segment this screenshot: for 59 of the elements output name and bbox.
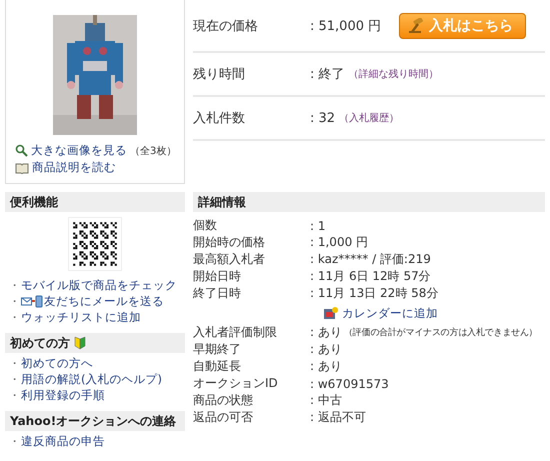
detail-value: : あり	[310, 324, 342, 341]
side-link[interactable]: モバイル版で商品をチェック	[21, 278, 177, 292]
detail-value: : w67091573	[310, 376, 389, 390]
detail-label: 返品の可否	[193, 409, 254, 426]
detail-link[interactable]: （詳細な残り時間）	[348, 67, 439, 81]
side-link[interactable]: 違反商品の申告	[21, 434, 105, 448]
detail-label: 開始時の価格	[193, 234, 266, 251]
section-title: 便利機能	[10, 194, 58, 210]
detail-value: : 返品不可	[310, 409, 366, 426]
detail-label: 入札者評価制限	[193, 324, 278, 341]
image-link[interactable]: 大きな画像を見る	[31, 143, 127, 158]
detail-value: : あり	[310, 358, 342, 375]
summary-label: 残り時間	[193, 66, 246, 83]
detail-label: 個数	[193, 217, 218, 234]
qr-code	[68, 217, 122, 271]
bullet: ・	[9, 294, 20, 308]
summary-label: 入札件数	[193, 110, 246, 127]
detail-link[interactable]: （入札履歴）	[339, 111, 400, 125]
bullet: ・	[9, 310, 20, 324]
section-title: 詳細情報	[198, 194, 246, 210]
summary-label: 現在の価格	[193, 18, 259, 34]
image-link[interactable]: 商品説明を読む	[32, 160, 116, 175]
detail-value: : 1	[310, 218, 326, 232]
detail-value: : 1,000 円	[310, 234, 368, 251]
detail-label: 最高額入札者	[193, 251, 266, 268]
detail-label: 開始日時	[193, 268, 242, 285]
detail-value: : 11月 13日 22時 58分	[310, 285, 438, 302]
summary-value: : 51,000 円	[310, 18, 382, 34]
mail-phone-icon	[21, 294, 43, 308]
calendar-link[interactable]: カレンダーに追加	[342, 306, 438, 320]
detail-label: 自動延長	[193, 358, 242, 375]
bullet: ・	[9, 278, 20, 292]
detail-label: 早期終了	[193, 341, 242, 358]
search-icon	[15, 144, 28, 157]
detail-label: オークションID	[193, 375, 279, 392]
summary-value: : 終了	[310, 66, 345, 83]
calendar-icon	[323, 306, 339, 320]
section-title: Yahoo!オークションへの連絡	[10, 412, 176, 430]
image-count: （全3枚）	[130, 144, 176, 158]
side-link[interactable]: 初めての方へ	[21, 356, 93, 370]
side-link[interactable]: ウォッチリストに追加	[21, 310, 141, 324]
side-link[interactable]: 友だちにメールを送る	[44, 294, 164, 308]
detail-value: : 中古	[310, 392, 342, 409]
bullet: ・	[9, 356, 20, 370]
detail-value: : あり	[310, 341, 342, 358]
leaf-icon	[74, 336, 86, 350]
detail-value: : 11月 6日 12時 57分	[310, 268, 431, 285]
summary-value: : 32	[310, 110, 336, 126]
detail-note: （評価の合計がマイナスの方は入札できません）	[344, 326, 538, 339]
side-link[interactable]: 利用登録の手順	[21, 388, 105, 402]
detail-label: 終了日時	[193, 285, 242, 302]
book-icon	[15, 162, 29, 174]
bullet: ・	[9, 372, 20, 386]
section-title: 初めての方	[10, 334, 70, 352]
bullet: ・	[9, 388, 20, 402]
detail-label: 商品の状態	[193, 392, 254, 409]
bullet: ・	[9, 434, 20, 448]
side-link[interactable]: 用語の解説(入札のヘルプ)	[21, 372, 162, 386]
detail-value: : kaz***** / 評価:219	[310, 251, 431, 268]
